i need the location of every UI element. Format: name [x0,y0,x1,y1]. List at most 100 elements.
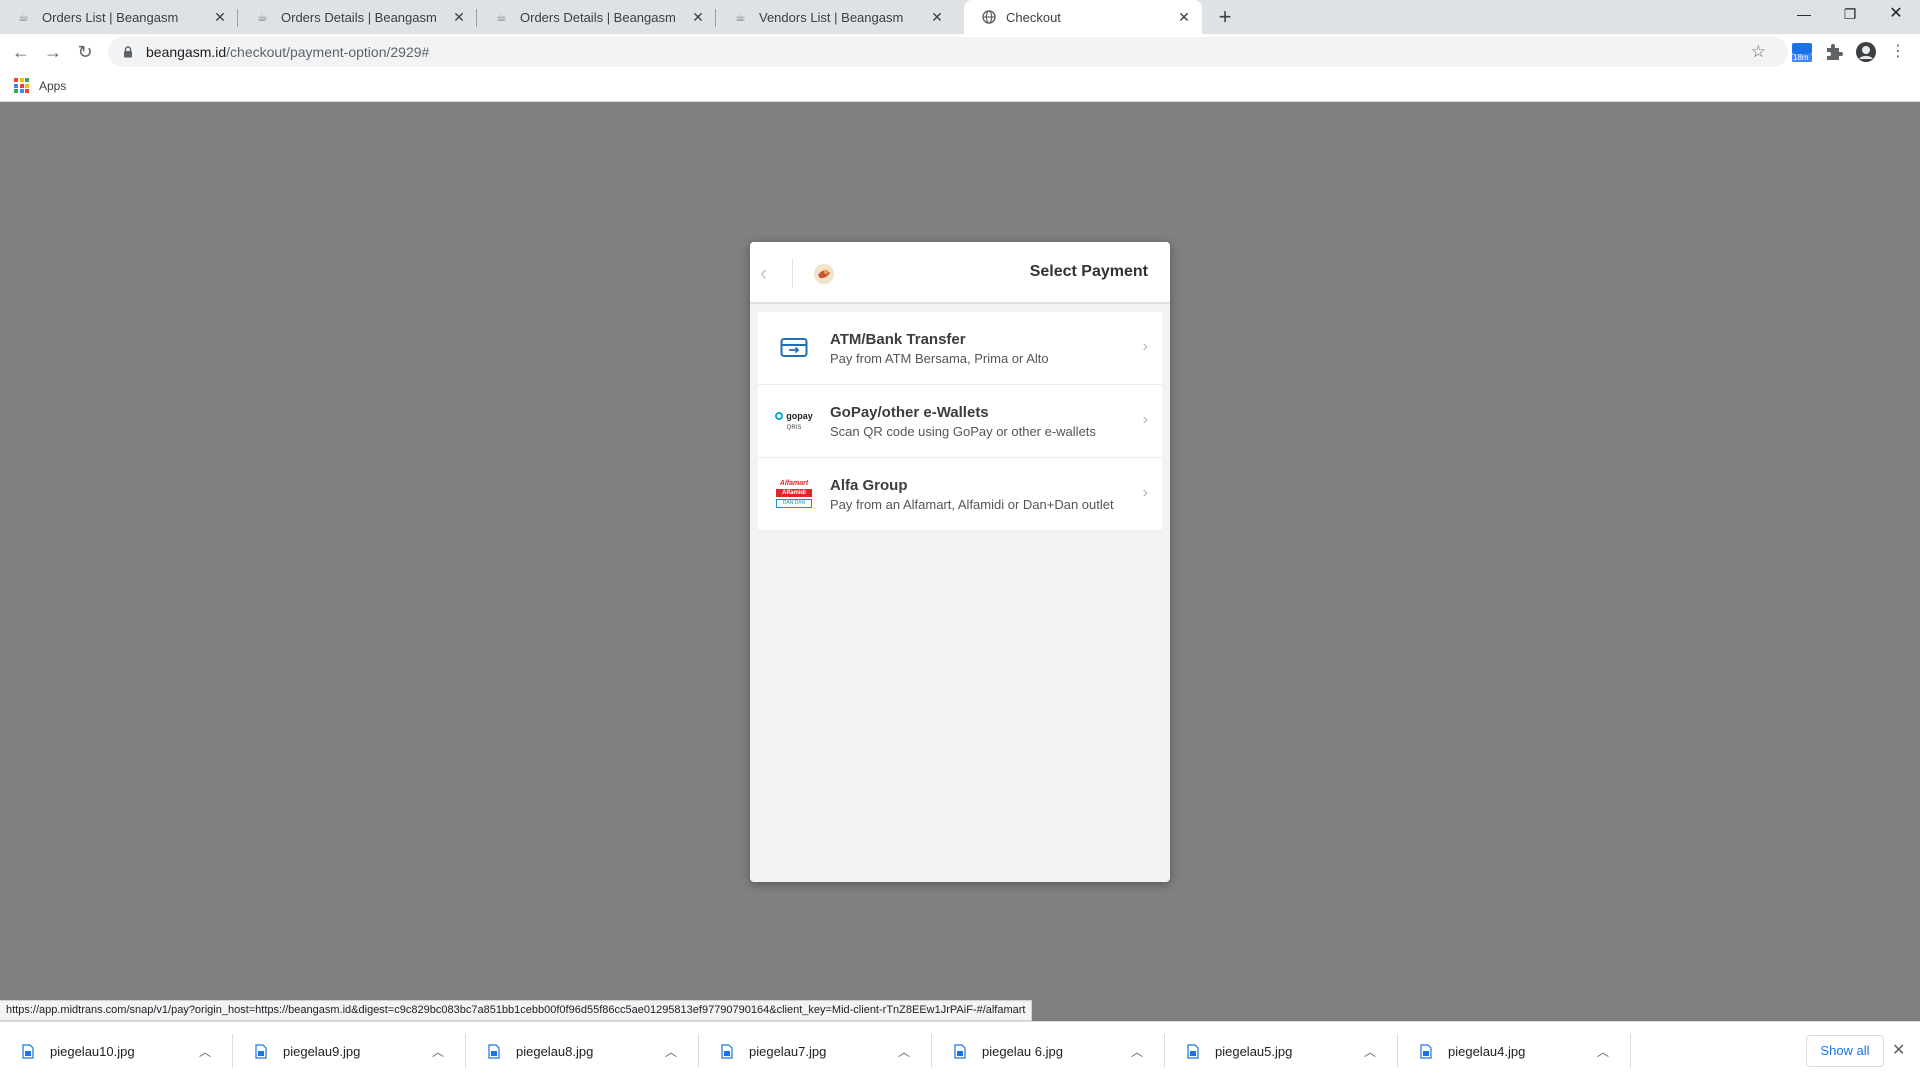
restore-icon[interactable]: ❐ [1828,0,1872,30]
chevron-right-icon: › [1142,338,1148,355]
modal-header: ‹ Select Payment [750,242,1170,304]
link-status-bubble: https://app.midtrans.com/snap/v1/pay?ori… [0,1000,1033,1021]
image-file-icon [721,1043,733,1059]
tab-vendors-list[interactable]: ☕ Vendors List | Beangasm ✕ [717,0,955,34]
tab-title: Checkout [1006,9,1061,25]
qris-logo-text: QRIS [786,425,802,431]
browser-toolbar: ← → ↻ beangasm.id/checkout/payment-optio… [0,34,1920,70]
chevron-up-icon[interactable]: ︿ [1356,1043,1384,1060]
extensions-puzzle-icon[interactable] [1822,40,1846,64]
tab-title: Orders List | Beangasm [42,9,179,25]
download-separator [1630,1034,1631,1068]
tab-orders-list[interactable]: ☕ Orders List | Beangasm ✕ [0,0,238,34]
payment-option-name: GoPay/other e-Wallets [830,403,989,421]
download-shelf: piegelau10.jpg ︿ piegelau9.jpg ︿ piegela… [0,1021,1920,1080]
url-path: /checkout/payment-option/2929# [226,44,430,60]
gopay-logo-text: gopay [786,411,813,421]
tab-title: Vendors List | Beangasm [759,9,904,25]
beangasm-favicon-icon: ☕ [257,10,268,24]
merchant-logo-icon [814,264,834,284]
tab-orders-details-2[interactable]: ☕ Orders Details | Beangasm ✕ [478,0,716,34]
download-filename: piegelau8.jpg [516,1043,594,1059]
extension-badge-icon[interactable]: 18m [1790,40,1814,64]
chevron-right-icon: › [1142,484,1148,501]
tab-title: Orders Details | Beangasm [281,9,437,25]
chevron-right-icon: › [1142,411,1148,428]
tab-separator [715,9,716,27]
back-chevron-icon[interactable]: ‹ [760,260,767,286]
image-file-icon [488,1043,500,1059]
gopay-dot-icon [775,412,784,420]
apps-grid-icon [14,78,29,93]
profile-avatar[interactable] [1854,40,1878,64]
chrome-menu-icon[interactable]: ⋮ [1884,38,1912,66]
back-arrow-icon[interactable]: ← [7,38,35,66]
tab-title: Orders Details | Beangasm [520,9,676,25]
globe-icon [982,10,996,24]
download-filename: piegelau5.jpg [1215,1043,1293,1059]
close-shelf-icon[interactable]: ✕ [1892,1040,1905,1060]
header-divider [792,258,793,288]
download-item[interactable]: piegelau10.jpg ︿ [0,1022,233,1080]
minimize-icon[interactable]: — [1782,0,1826,30]
url-host: beangasm.id [146,44,227,60]
chevron-up-icon[interactable]: ︿ [191,1043,219,1060]
chevron-up-icon[interactable]: ︿ [1123,1043,1151,1060]
dandan-logo-text: DAN DAN [776,499,812,508]
download-filename: piegelau9.jpg [283,1043,361,1059]
url-text: beangasm.id/checkout/payment-option/2929… [146,44,429,60]
chevron-up-icon[interactable]: ︿ [424,1043,452,1060]
payment-option-gopay[interactable]: gopay QRIS GoPay/other e-Wallets Scan QR… [758,385,1162,458]
apps-shortcut[interactable]: Apps [14,78,66,93]
payment-option-description: Pay from ATM Bersama, Prima or Alto [830,350,1049,366]
tab-orders-details-1[interactable]: ☕ Orders Details | Beangasm ✕ [239,0,477,34]
payment-option-alfa-group[interactable]: Alfamart Alfamidi DAN DAN Alfa Group Pay… [758,458,1162,531]
payment-method-list: ATM/Bank Transfer Pay from ATM Bersama, … [758,312,1162,531]
image-file-icon [954,1043,966,1059]
address-bar[interactable]: beangasm.id/checkout/payment-option/2929… [108,37,1788,67]
download-filename: piegelau4.jpg [1448,1043,1526,1059]
close-tab-icon[interactable]: ✕ [690,9,706,25]
close-tab-icon[interactable]: ✕ [212,9,228,25]
image-file-icon [1187,1043,1199,1059]
download-item[interactable]: piegelau5.jpg ︿ [1165,1022,1398,1080]
close-tab-icon[interactable]: ✕ [929,9,945,25]
chevron-up-icon[interactable]: ︿ [657,1043,685,1060]
payment-option-name: ATM/Bank Transfer [830,330,966,348]
payment-option-bank-transfer[interactable]: ATM/Bank Transfer Pay from ATM Bersama, … [758,312,1162,385]
tab-strip: ☕ Orders List | Beangasm ✕ ☕ Orders Deta… [0,0,1920,34]
close-tab-icon[interactable]: ✕ [451,9,467,25]
download-filename: piegelau 6.jpg [982,1043,1063,1059]
window-close-icon[interactable]: ✕ [1874,0,1918,30]
download-item[interactable]: piegelau7.jpg ︿ [699,1022,932,1080]
download-filename: piegelau10.jpg [50,1043,135,1059]
download-item[interactable]: piegelau4.jpg ︿ [1398,1022,1631,1080]
image-file-icon [1420,1043,1432,1059]
alfamidi-logo-text: Alfamidi [776,489,812,497]
forward-arrow-icon[interactable]: → [39,38,67,66]
payment-option-name: Alfa Group [830,476,908,494]
beangasm-favicon-icon: ☕ [735,10,746,24]
chevron-up-icon[interactable]: ︿ [890,1043,918,1060]
new-tab-button[interactable]: + [1212,4,1238,30]
beangasm-favicon-icon: ☕ [496,10,507,24]
bookmarks-bar: Apps [0,70,1920,102]
tab-separator [476,9,477,27]
beangasm-favicon-icon: ☕ [18,10,29,24]
show-all-downloads-button[interactable]: Show all [1806,1035,1884,1067]
image-file-icon [255,1043,267,1059]
tab-checkout[interactable]: Checkout ✕ [964,0,1202,34]
reload-icon[interactable]: ↻ [71,38,99,66]
alfamart-logo-text: Alfamart [779,480,809,487]
chevron-up-icon[interactable]: ︿ [1589,1043,1617,1060]
tab-separator [237,9,238,27]
apps-label: Apps [39,78,67,93]
alfa-group-logo: Alfamart Alfamidi DAN DAN [758,480,830,508]
close-tab-icon[interactable]: ✕ [1176,9,1192,25]
download-item[interactable]: piegelau9.jpg ︿ [233,1022,466,1080]
bookmark-star-icon[interactable]: ☆ [1751,42,1766,62]
extension-badge-text: 18m [1793,53,1809,62]
download-item[interactable]: piegelau 6.jpg ︿ [932,1022,1165,1080]
download-item[interactable]: piegelau8.jpg ︿ [466,1022,699,1080]
modal-title: Select Payment [1029,263,1148,280]
